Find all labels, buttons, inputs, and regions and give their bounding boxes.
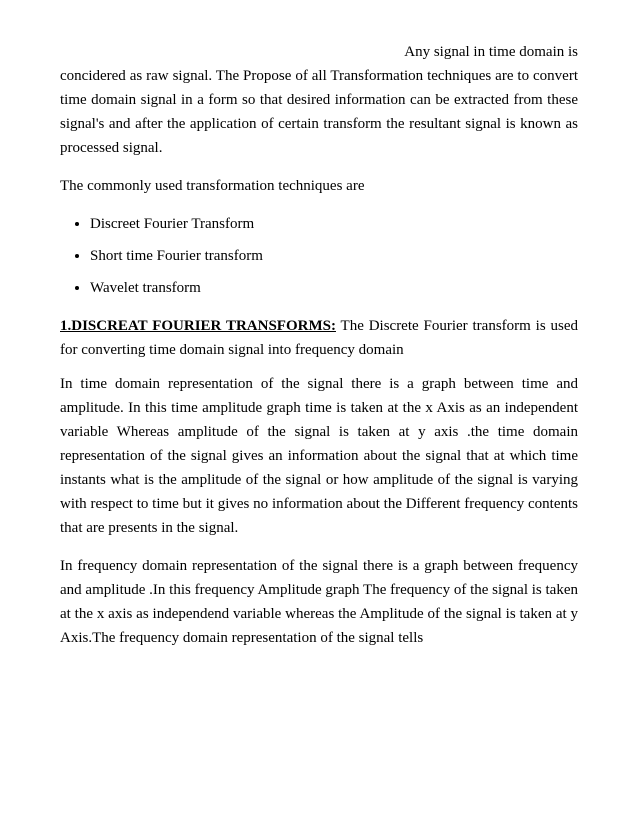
page: Any signal in time domain is concidered a… [0, 0, 638, 826]
intro-first-line: Any signal in time domain is [60, 40, 578, 64]
commonly-used-text: The commonly used transformation techniq… [60, 178, 365, 194]
frequency-domain-text: In frequency domain representation of th… [60, 558, 578, 646]
list-item: Short time Fourier transform [90, 244, 578, 268]
list-item: Wavelet transform [90, 276, 578, 300]
section-heading: 1.DISCREAT FOURIER TRANSFORMS: The Discr… [60, 314, 578, 362]
bullet-item-2: Short time Fourier transform [90, 248, 263, 264]
time-domain-paragraph: In time domain representation of the sig… [60, 372, 578, 540]
bullet-item-3: Wavelet transform [90, 280, 201, 296]
bullet-item-1: Discreet Fourier Transform [90, 216, 254, 232]
intro-paragraph: Any signal in time domain is concidered a… [60, 40, 578, 160]
heading-bold: 1.DISCREAT FOURIER TRANSFORMS: [60, 318, 336, 334]
time-domain-text: In time domain representation of the sig… [60, 376, 578, 536]
list-item: Discreet Fourier Transform [90, 212, 578, 236]
bullet-list: Discreet Fourier Transform Short time Fo… [60, 212, 578, 300]
intro-rest: concidered as raw signal. The Propose of… [60, 68, 578, 156]
frequency-domain-paragraph: In frequency domain representation of th… [60, 554, 578, 650]
commonly-used-paragraph: The commonly used transformation techniq… [60, 174, 578, 198]
